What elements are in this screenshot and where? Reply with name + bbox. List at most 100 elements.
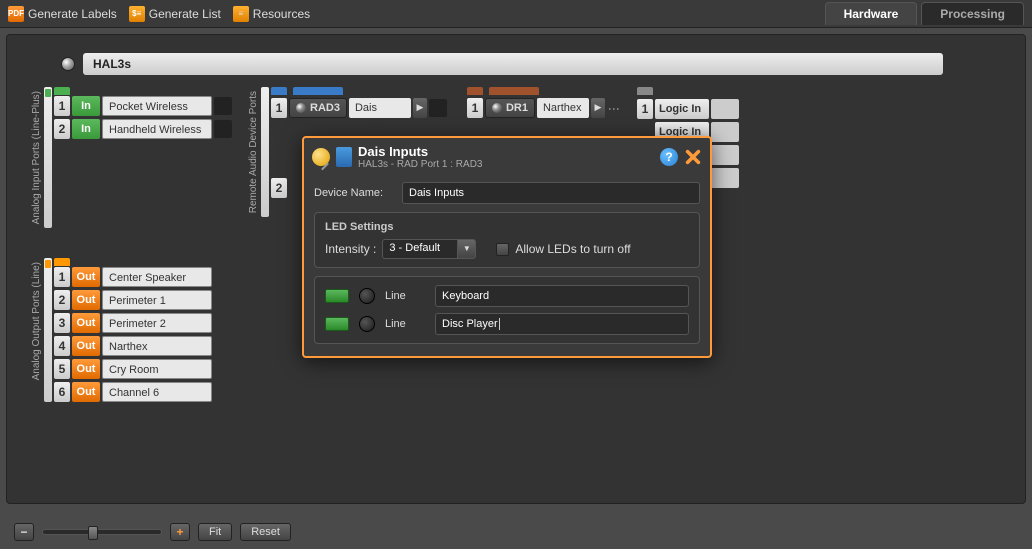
port-number: 2 xyxy=(54,119,70,139)
port-number: 4 xyxy=(54,336,70,356)
dr-port-number: 1 xyxy=(467,98,483,118)
intensity-value: 3 - Default xyxy=(382,239,458,259)
zoom-slider-thumb[interactable] xyxy=(88,526,98,540)
port-label[interactable]: Narthex xyxy=(102,336,212,356)
rad3-row: 1 RAD3 Dais Inputs ▶ xyxy=(271,98,447,118)
help-icon[interactable]: ? xyxy=(660,148,678,166)
analog-input-rows: 1 In Pocket Wireless 2 In Handheld Wirel… xyxy=(54,96,232,139)
chevron-down-icon[interactable]: ▼ xyxy=(458,239,476,259)
analog-input-group: Analog Input Ports (Line-Plus) 1 In Pock… xyxy=(31,87,232,228)
port-row: 6OutChannel 6 xyxy=(54,382,212,402)
dialog-header[interactable]: Dais Inputs HAL3s - RAD Port 1 : RAD3 ? xyxy=(304,138,710,176)
port-label[interactable]: Perimeter 2 xyxy=(102,313,212,333)
port-direction-out: Out xyxy=(72,290,100,310)
line-name-input[interactable] xyxy=(435,285,689,307)
intensity-select[interactable]: 3 - Default ▼ xyxy=(382,239,476,259)
pin-icon[interactable] xyxy=(312,148,330,166)
analog-output-rows: 1OutCenter Speaker 2OutPerimeter 1 3OutP… xyxy=(54,267,212,402)
zoom-out-button[interactable]: − xyxy=(14,523,34,541)
lines-section: Line Line Disc Player xyxy=(314,276,700,344)
line-type: Line xyxy=(385,290,425,302)
port-direction-out: Out xyxy=(72,267,100,287)
port-direction-in: In xyxy=(72,96,100,116)
device-name-input[interactable] xyxy=(402,182,700,204)
analog-input-strip xyxy=(44,87,52,228)
text-cursor-icon xyxy=(499,318,500,330)
generate-labels-label: Generate Labels xyxy=(28,7,117,21)
dr1-chip[interactable]: DR1 xyxy=(485,98,535,118)
port-number: 6 xyxy=(54,382,70,402)
port-label[interactable]: Channel 6 xyxy=(102,382,212,402)
line-led-icon[interactable] xyxy=(325,289,349,303)
port-label[interactable]: Handheld Wireless xyxy=(102,119,212,139)
rad3-chip[interactable]: RAD3 xyxy=(289,98,347,118)
logic-port-number: 1 xyxy=(637,99,653,119)
port-label[interactable]: Pocket Wireless xyxy=(102,96,212,116)
generate-list-label: Generate List xyxy=(149,7,221,21)
port-connector-icon[interactable] xyxy=(214,97,232,115)
close-icon[interactable] xyxy=(684,148,702,166)
device-status-led-icon xyxy=(61,57,75,71)
rad-port-number: 2 xyxy=(271,178,287,198)
port-direction-out: Out xyxy=(72,313,100,333)
port-direction-out: Out xyxy=(72,359,100,379)
line-knob-icon[interactable] xyxy=(359,288,375,304)
dr-name: DR1 xyxy=(506,102,528,114)
port-number: 2 xyxy=(54,290,70,310)
resources-icon: ≡ xyxy=(233,6,249,22)
port-connector-icon[interactable] xyxy=(429,99,447,117)
line-led-icon[interactable] xyxy=(325,317,349,331)
footer-controls: − + Fit Reset xyxy=(14,523,291,541)
rad-port-number: 1 xyxy=(271,98,287,118)
allow-leds-off-checkbox[interactable] xyxy=(496,243,509,256)
dr-expand-button[interactable]: ▶ xyxy=(591,98,605,118)
generate-labels-button[interactable]: PDF Generate Labels xyxy=(8,6,117,22)
logic-slot[interactable] xyxy=(711,122,739,142)
logic-label[interactable]: Logic In xyxy=(655,99,709,119)
generate-list-button[interactable]: $≡ Generate List xyxy=(129,6,221,22)
logic-slot[interactable] xyxy=(711,99,739,119)
intensity-label: Intensity : xyxy=(325,242,376,256)
zoom-slider[interactable] xyxy=(42,529,162,535)
dais-inputs-dialog: Dais Inputs HAL3s - RAD Port 1 : RAD3 ? … xyxy=(302,136,712,358)
dr-led-icon xyxy=(492,103,502,113)
analog-output-title: Analog Output Ports (Line) xyxy=(31,258,42,384)
port-row: 2 In Handheld Wireless xyxy=(54,119,232,139)
port-row: 2OutPerimeter 1 xyxy=(54,290,212,310)
analog-output-strip xyxy=(44,258,52,402)
dr1-row: 1 DR1 Narthex ▶ ⋮ xyxy=(467,98,617,118)
dialog-subtitle: HAL3s - RAD Port 1 : RAD3 xyxy=(358,159,654,170)
line-name-input[interactable]: Disc Player xyxy=(435,313,689,335)
device-title[interactable]: HAL3s xyxy=(83,53,943,75)
logic-slot[interactable] xyxy=(711,145,739,165)
port-number: 3 xyxy=(54,313,70,333)
logic-slot[interactable] xyxy=(711,168,739,188)
resources-button[interactable]: ≡ Resources xyxy=(233,6,310,22)
device-header: HAL3s xyxy=(61,53,1001,75)
dialog-title: Dais Inputs xyxy=(358,144,654,159)
fit-button[interactable]: Fit xyxy=(198,523,232,541)
dr-menu-icon[interactable]: ⋮ xyxy=(607,103,617,113)
port-row: 5OutCry Room xyxy=(54,359,212,379)
line-type: Line xyxy=(385,318,425,330)
tabs: Hardware Processing xyxy=(825,2,1024,25)
dr-label[interactable]: Narthex xyxy=(537,98,589,118)
tab-processing[interactable]: Processing xyxy=(921,2,1024,25)
toolbar: PDF Generate Labels $≡ Generate List ≡ R… xyxy=(0,0,1032,28)
led-settings-title: LED Settings xyxy=(325,221,689,233)
port-label[interactable]: Cry Room xyxy=(102,359,212,379)
port-label[interactable]: Perimeter 1 xyxy=(102,290,212,310)
zoom-in-button[interactable]: + xyxy=(170,523,190,541)
analog-input-title: Analog Input Ports (Line-Plus) xyxy=(31,87,42,228)
port-direction-out: Out xyxy=(72,382,100,402)
line-knob-icon[interactable] xyxy=(359,316,375,332)
port-connector-icon[interactable] xyxy=(214,120,232,138)
port-label[interactable]: Center Speaker xyxy=(102,267,212,287)
device-icon xyxy=(336,147,352,167)
pdf-icon: PDF xyxy=(8,6,24,22)
rad-label[interactable]: Dais Inputs xyxy=(349,98,411,118)
rad-expand-button[interactable]: ▶ xyxy=(413,98,427,118)
reset-button[interactable]: Reset xyxy=(240,523,291,541)
tab-hardware[interactable]: Hardware xyxy=(825,2,918,25)
logic-row: 1 Logic In xyxy=(637,99,739,119)
